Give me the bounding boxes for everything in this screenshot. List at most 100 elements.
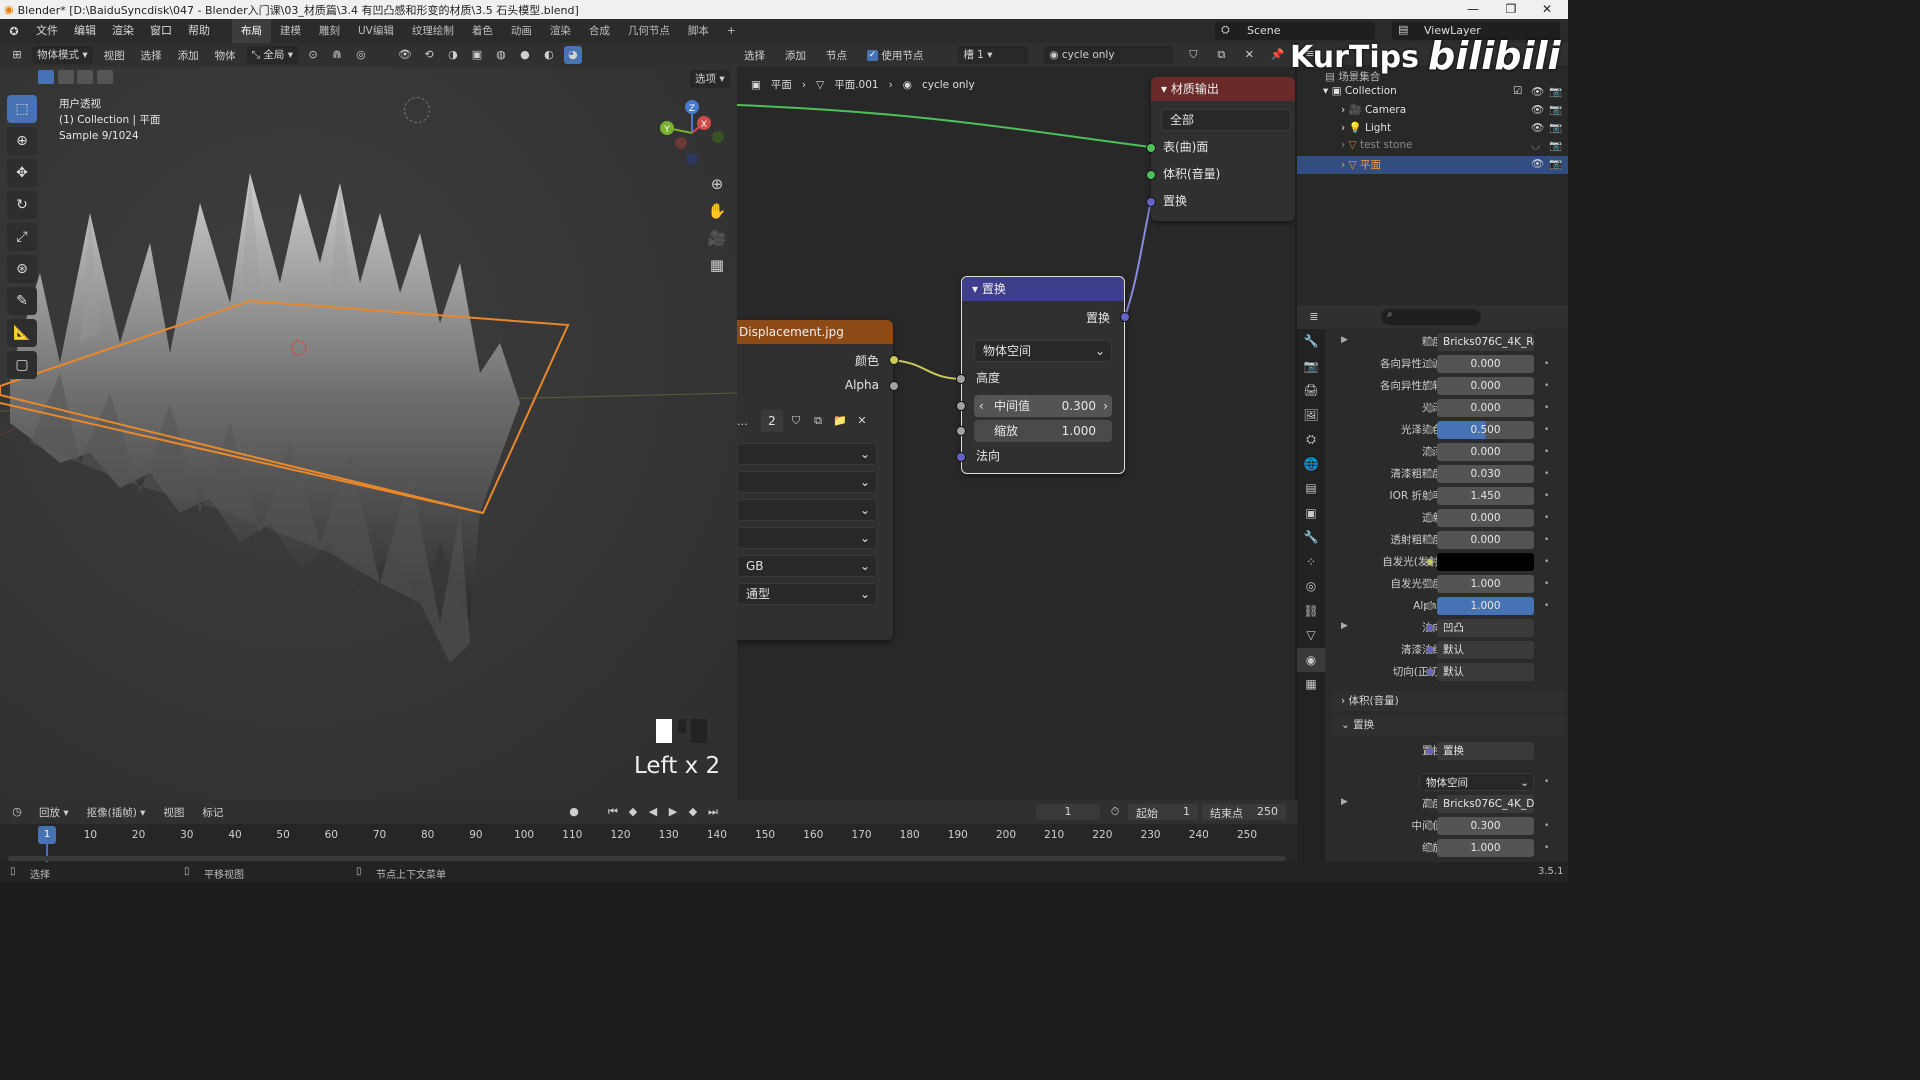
move-tool-icon[interactable]: ✥ — [7, 159, 37, 187]
keyframe-dot-icon[interactable]: • — [1544, 441, 1549, 463]
projection-selector[interactable]: ⌄ — [737, 471, 877, 493]
socket-dot-icon[interactable] — [1426, 800, 1434, 808]
clearcoat-field[interactable]: 0.000 — [1437, 443, 1534, 461]
extension-selector[interactable]: ⌄ — [737, 499, 877, 521]
socket-dot-icon[interactable] — [1426, 514, 1434, 522]
shading-solid-icon[interactable]: ● — [516, 46, 534, 64]
workspace-tab-uv[interactable]: UV编辑 — [349, 19, 403, 43]
clearcoat-normal-field[interactable]: 默认 — [1437, 641, 1534, 659]
render-tab-icon[interactable]: 📷 — [1297, 354, 1325, 379]
outliner-row-test-stone[interactable]: › ▽ test stone ◡ 📷 — [1341, 139, 1563, 157]
socket-dot-icon[interactable] — [1426, 404, 1434, 412]
select-box-tool-icon[interactable]: ⬚ — [7, 95, 37, 123]
clearcoat-roughness-field[interactable]: 0.030 — [1437, 465, 1534, 483]
outliner-row-light[interactable]: › 💡 Light 👁 📷 — [1341, 121, 1563, 139]
constraints-tab-icon[interactable]: ⛓ — [1297, 599, 1325, 624]
interpolation-selector[interactable]: ⌄ — [737, 443, 877, 465]
scene-tab-icon[interactable]: ⛭ — [1297, 427, 1325, 452]
view-layer-selector[interactable]: ▤ ViewLayer — [1392, 22, 1560, 40]
color-output-socket[interactable] — [889, 355, 899, 365]
maximize-button[interactable]: ❐ — [1496, 0, 1526, 19]
tool-tab-icon[interactable]: 🔧 — [1297, 329, 1325, 354]
camera-render-icon[interactable]: 📷 — [1549, 103, 1562, 116]
alpha-field[interactable]: 1.000 — [1437, 597, 1534, 615]
menu-timeline-view[interactable]: 视图 — [158, 805, 189, 820]
socket-dot-icon[interactable] — [1426, 492, 1434, 500]
start-frame-field[interactable]: 起始 1 — [1128, 804, 1198, 820]
workspace-tab-scripting[interactable]: 脚本 — [679, 19, 718, 43]
source-selector[interactable]: ⌄ — [737, 527, 877, 549]
camera-render-icon[interactable]: 📷 — [1549, 139, 1562, 152]
jump-end-icon[interactable]: ⏭ — [704, 803, 722, 821]
texture-tab-icon[interactable]: ▦ — [1297, 672, 1325, 697]
menu-object[interactable]: 物体 — [210, 48, 241, 63]
socket-dot-icon[interactable] — [1426, 646, 1434, 654]
menu-view[interactable]: 视图 — [99, 48, 130, 63]
socket-dot-icon[interactable] — [1426, 624, 1434, 632]
overlay-toggle-icon[interactable]: ◑ — [444, 46, 462, 64]
socket-dot-icon[interactable] — [1426, 338, 1434, 346]
menu-window[interactable]: 窗口 — [142, 19, 180, 43]
workspace-tab-modeling[interactable]: 建模 — [271, 19, 310, 43]
socket-dot-icon[interactable] — [1426, 602, 1434, 610]
xray-icon[interactable]: ▣ — [468, 46, 486, 64]
midlevel-field[interactable]: ‹ 中间值 0.300 › — [974, 395, 1112, 417]
menu-help[interactable]: 帮助 — [180, 19, 218, 43]
properties-editor[interactable]: ≣ ⌕ 🔧 📷 🖨 🖼 ⛭ 🌐 ▤ ▣ 🔧 ⁘ ◎ ⛓ ▽ ◉ ▦ ▶ 糙度 — [1297, 305, 1568, 862]
pivot-icon[interactable]: ⊙ — [304, 46, 322, 64]
data-tab-icon[interactable]: ▽ — [1297, 623, 1325, 648]
transform-orientation-selector[interactable]: ⤡ 全局 ▾ — [246, 46, 298, 64]
menu-select[interactable]: 选择 — [136, 48, 167, 63]
eye-icon[interactable]: 👁 — [1531, 157, 1544, 170]
keyframe-dot-icon[interactable]: • — [1544, 573, 1549, 595]
scale-field[interactable]: 缩放 1.000 — [974, 420, 1112, 442]
workspace-tab-layout[interactable]: 布局 — [232, 19, 271, 43]
select-subtract-icon[interactable] — [77, 70, 93, 84]
options-dropdown[interactable]: 选项 ▾ — [690, 70, 730, 88]
camera-render-icon[interactable]: 📷 — [1549, 85, 1562, 98]
menu-edit[interactable]: 编辑 — [66, 19, 104, 43]
navigation-gizmo[interactable]: Z X Y — [650, 95, 730, 175]
play-icon[interactable]: ▶ — [664, 803, 682, 821]
properties-search-input[interactable]: ⌕ — [1381, 309, 1481, 325]
socket-dot-icon[interactable] — [1426, 844, 1434, 852]
3d-viewport[interactable]: ⊞ 物体模式 ▾ 视图 选择 添加 物体 ⤡ 全局 ▾ ⊙ ⋒ ◎ 👁 ⟲ ◑ … — [0, 43, 737, 800]
play-reverse-icon[interactable]: ◀ — [644, 803, 662, 821]
gizmo-toggle-icon[interactable]: ⟲ — [420, 46, 438, 64]
workspace-tab-compositing[interactable]: 合成 — [580, 19, 619, 43]
menu-marker[interactable]: 标记 — [197, 805, 228, 820]
select-intersect-icon[interactable] — [96, 70, 113, 84]
cursor-tool-icon[interactable]: ⊕ — [7, 127, 37, 155]
clock-icon[interactable]: ⏱ — [1106, 803, 1124, 821]
socket-dot-icon[interactable] — [1426, 470, 1434, 478]
alpha-type-selector[interactable]: 通型 ⌄ — [737, 583, 877, 605]
image-unlink-icon[interactable]: ✕ — [853, 412, 871, 430]
tangent-field[interactable]: 默认 — [1437, 663, 1534, 681]
sheen-tint-field[interactable]: 0.500 — [1437, 421, 1534, 439]
normal-input-socket[interactable] — [956, 452, 966, 462]
displacement-input-socket[interactable] — [1146, 197, 1156, 207]
expand-chevron-icon[interactable]: › — [1341, 104, 1345, 116]
displacement-link-field[interactable]: 置换 — [1437, 742, 1534, 760]
socket-dot-icon[interactable] — [1426, 426, 1434, 434]
frame-ruler[interactable]: 1102030405060708090100110120130140150160… — [0, 826, 1297, 848]
chevron-left-icon[interactable]: ‹ — [979, 395, 984, 417]
image-users-count[interactable]: 2 — [761, 410, 783, 432]
sheen-field[interactable]: 0.000 — [1437, 399, 1534, 417]
world-tab-icon[interactable]: 🌐 — [1297, 452, 1325, 477]
view-layer-tab-icon[interactable]: 🖼 — [1297, 403, 1325, 428]
output-target-selector[interactable]: 全部 — [1161, 109, 1291, 131]
shading-material-icon[interactable]: ◐ — [540, 46, 558, 64]
outliner-editor-type-icon[interactable]: ≡ — [1301, 45, 1319, 63]
workspace-tab-geometry-nodes[interactable]: 几何节点 — [619, 19, 679, 43]
socket-dot-icon[interactable] — [1426, 822, 1434, 830]
normal-link-field[interactable]: 凹凸 — [1437, 619, 1534, 637]
eye-icon[interactable]: 👁 — [1531, 85, 1544, 98]
physics-tab-icon[interactable]: ◎ — [1297, 574, 1325, 599]
anisotropic-rotation-field[interactable]: 0.000 — [1437, 377, 1534, 395]
next-keyframe-icon[interactable]: ◆ — [684, 803, 702, 821]
scale-input-socket[interactable] — [956, 426, 966, 436]
modifier-tab-icon[interactable]: 🔧 — [1297, 525, 1325, 550]
midlevel-input-socket[interactable] — [956, 401, 966, 411]
keyframe-dot-icon[interactable]: • — [1544, 375, 1549, 397]
